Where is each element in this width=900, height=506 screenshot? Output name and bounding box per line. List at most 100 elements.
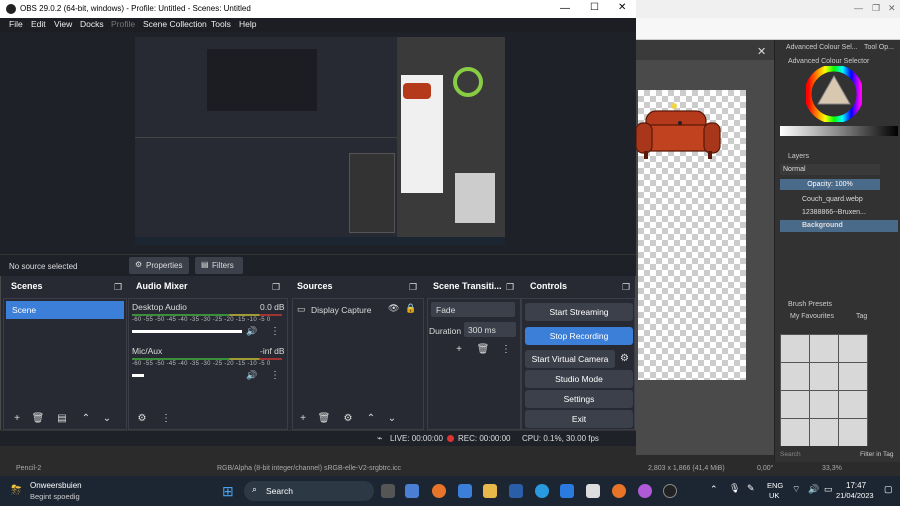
chevron-up-icon[interactable]: ⌃	[710, 484, 718, 495]
layer-row-selected[interactable]: Background	[780, 220, 898, 232]
brush-search-input[interactable]: Search	[780, 451, 801, 458]
zoom-level[interactable]: 33,3%	[822, 465, 842, 472]
gear-icon: ⚙	[135, 260, 143, 269]
trash-icon[interactable]: 🗑	[31, 412, 45, 426]
firefox-icon[interactable]	[612, 484, 626, 498]
opacity-slider[interactable]: Opacity: 100%	[780, 179, 880, 190]
undock-icon[interactable]: ❐	[506, 282, 514, 293]
color-gradient-bar[interactable]	[780, 126, 898, 136]
undock-icon[interactable]: ❐	[622, 282, 630, 293]
minimize-icon[interactable]: —	[560, 3, 570, 14]
move-up-icon[interactable]: ⌃	[79, 412, 93, 426]
volume-slider[interactable]	[132, 374, 144, 377]
add-icon[interactable]: +	[296, 412, 310, 426]
wifi-icon[interactable]: ⌔	[792, 484, 800, 495]
filter-icon[interactable]: ▤	[55, 412, 69, 426]
trash-icon[interactable]: 🗑	[476, 343, 490, 357]
filter-in-tag-checkbox[interactable]: Filter in Tag	[860, 451, 893, 458]
clock-time[interactable]: 17:47	[846, 481, 866, 490]
menu-icon[interactable]: ⋮	[159, 412, 173, 426]
exit-button[interactable]: Exit	[525, 410, 633, 428]
filters-button[interactable]: ▤ Filters	[195, 257, 243, 274]
bitwarden-icon[interactable]	[509, 484, 523, 498]
menu-file[interactable]: File	[9, 19, 23, 29]
brush-preset-grid[interactable]	[780, 334, 868, 446]
language-bottom[interactable]: UK	[769, 491, 779, 500]
minimize-icon[interactable]: —	[854, 3, 863, 13]
pen-icon[interactable]: ✎	[747, 483, 755, 494]
undock-icon[interactable]: ❐	[272, 282, 280, 293]
close-icon[interactable]: ✕	[888, 3, 896, 14]
color-wheel[interactable]	[806, 66, 862, 122]
menu-tools[interactable]: Tools	[211, 19, 231, 29]
menu-help[interactable]: Help	[239, 19, 256, 29]
menu-docks[interactable]: Docks	[80, 19, 104, 29]
mail-icon[interactable]	[458, 484, 472, 498]
edge-icon[interactable]	[535, 484, 549, 498]
undock-icon[interactable]: ❐	[114, 282, 122, 293]
move-up-icon[interactable]: ⌃	[364, 412, 378, 426]
restore-icon[interactable]: ❐	[872, 3, 880, 14]
undock-icon[interactable]: ❐	[409, 282, 417, 293]
volume-icon[interactable]: 🔊	[808, 484, 819, 495]
speaker-icon[interactable]: 🔊	[246, 326, 257, 337]
notification-icon[interactable]: ▢	[884, 484, 893, 495]
close-view-icon[interactable]: ✕	[757, 45, 766, 58]
settings-button[interactable]: Settings	[525, 390, 633, 408]
menu-view[interactable]: View	[54, 19, 72, 29]
menu-icon[interactable]: ⋮	[270, 326, 280, 337]
source-item[interactable]: Display Capture	[311, 305, 371, 315]
mixer-settings-icon[interactable]: ⚙	[135, 412, 149, 426]
clock-date[interactable]: 21/04/2023	[836, 491, 874, 500]
windows-start-icon[interactable]: ⊞	[222, 483, 234, 500]
duration-input[interactable]: 300 ms	[464, 322, 516, 337]
lock-icon[interactable]: 🔒	[405, 303, 416, 314]
move-down-icon[interactable]: ⌄	[385, 412, 399, 426]
task-view-icon[interactable]	[381, 484, 395, 498]
close-icon[interactable]: ✕	[618, 2, 626, 13]
dropbox-icon[interactable]	[560, 484, 574, 498]
layer-row[interactable]: 12388866--Bruxen...	[780, 207, 898, 219]
battery-icon[interactable]: ▭	[824, 484, 833, 495]
menu-icon[interactable]: ⋮	[270, 370, 280, 381]
teams-icon[interactable]	[405, 484, 419, 498]
krita-icon[interactable]	[638, 484, 652, 498]
layer-row[interactable]: Couch_quard.webp	[780, 194, 898, 206]
brush-filter-select[interactable]: My Favourites	[790, 313, 834, 320]
start-streaming-button[interactable]: Start Streaming	[525, 303, 633, 321]
menu-icon[interactable]: ⋮	[499, 343, 513, 357]
add-icon[interactable]: +	[452, 343, 466, 357]
move-down-icon[interactable]: ⌄	[100, 412, 114, 426]
firefox-icon[interactable]	[432, 484, 446, 498]
menu-profile[interactable]: Profile	[111, 19, 135, 29]
trash-icon[interactable]: 🗑	[317, 412, 331, 426]
stop-recording-button[interactable]: Stop Recording	[525, 327, 633, 345]
properties-button[interactable]: ⚙ Properties	[129, 257, 189, 274]
menu-scene-collection[interactable]: Scene Collection	[143, 19, 207, 29]
scene-item[interactable]: Scene	[6, 301, 124, 319]
add-icon[interactable]: +	[10, 412, 24, 426]
blend-mode-select[interactable]: Normal	[780, 164, 880, 175]
eye-icon[interactable]: 👁	[388, 303, 399, 314]
tab-advanced-colour[interactable]: Advanced Colour Sel...	[786, 44, 858, 51]
taskbar-search-box[interactable]: ⌕ Search	[244, 481, 374, 501]
microphone-icon[interactable]: 🎙	[729, 483, 740, 494]
menu-edit[interactable]: Edit	[31, 19, 46, 29]
store-icon[interactable]	[586, 484, 600, 498]
krita-menubar	[636, 18, 900, 40]
obs-icon[interactable]	[663, 484, 677, 498]
language-top[interactable]: ENG	[767, 481, 783, 490]
maximize-icon[interactable]: ☐	[590, 2, 599, 13]
brush-tag-select[interactable]: Tag	[856, 313, 867, 320]
tab-tool-options[interactable]: Tool Op...	[864, 44, 894, 51]
obs-menubar: File Edit View Docks Profile Scene Colle…	[0, 18, 636, 32]
volume-slider[interactable]	[132, 330, 242, 333]
studio-mode-button[interactable]: Studio Mode	[525, 370, 633, 388]
start-virtual-camera-button[interactable]: Start Virtual Camera	[525, 350, 615, 368]
gear-icon[interactable]: ⚙	[620, 353, 629, 364]
file-explorer-icon[interactable]	[483, 484, 497, 498]
weather-icon[interactable]: ⛈	[11, 482, 21, 498]
speaker-icon[interactable]: 🔊	[246, 370, 257, 381]
gear-icon[interactable]: ⚙	[341, 412, 355, 426]
transition-select[interactable]: Fade	[431, 302, 515, 317]
